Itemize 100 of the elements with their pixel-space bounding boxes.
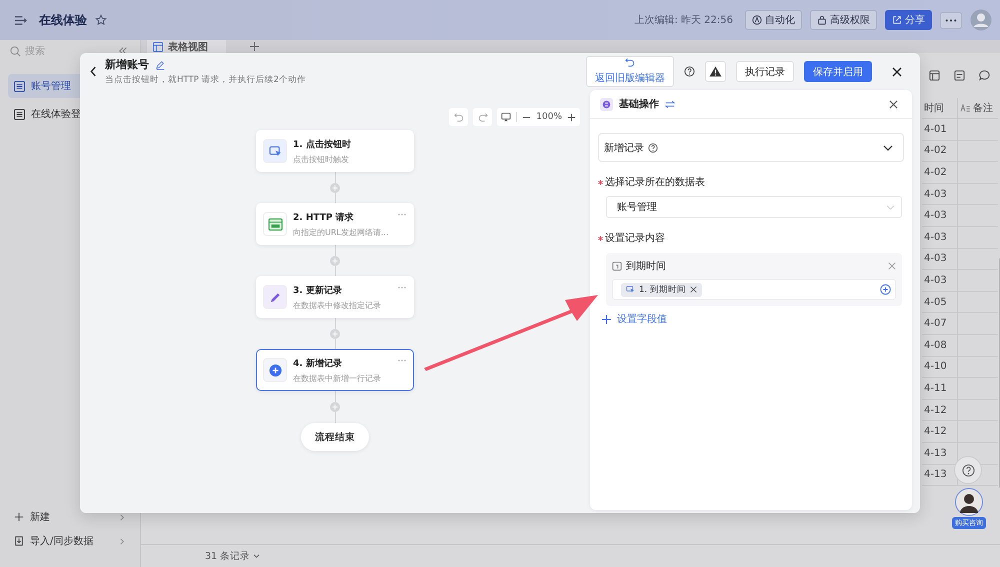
undo-icon <box>454 112 464 122</box>
more-icon[interactable] <box>940 10 962 30</box>
plus-icon <box>14 512 24 522</box>
redo-button[interactable] <box>473 108 492 126</box>
toolbar-button[interactable]: 分享 <box>885 10 932 30</box>
table-cell: 4-03 <box>922 248 958 270</box>
table-cell: 4-03 <box>922 226 958 248</box>
pencil-icon <box>268 290 282 304</box>
node-title: 1. 点击按钮时 <box>293 138 351 150</box>
flow-node[interactable]: 2. HTTP 请求 向指定的URL发起网络请... <box>256 203 414 245</box>
end-node: 流程结束 <box>301 423 369 451</box>
share-icon <box>892 15 902 25</box>
warning-button[interactable] <box>705 61 726 82</box>
toolbar-button[interactable]: 高级权限 <box>810 10 877 30</box>
record-count[interactable]: 31 条记录 <box>205 550 260 562</box>
support-avatar[interactable] <box>955 488 983 516</box>
search-icon <box>10 46 21 56</box>
collapse-icon[interactable] <box>118 46 128 56</box>
node-description: 在数据表中新增一行记录 <box>293 372 381 384</box>
help-button[interactable] <box>954 456 982 484</box>
add-icon[interactable] <box>250 42 259 51</box>
star-icon[interactable] <box>95 14 107 26</box>
date-field-icon <box>612 261 622 271</box>
table-cell: 4-03 <box>922 205 958 226</box>
http-icon <box>268 218 282 230</box>
column-header[interactable]: 备注 <box>958 98 998 118</box>
edit-icon[interactable] <box>155 60 165 70</box>
chevron-down-icon <box>886 204 895 210</box>
header-button[interactable]: 返回旧版编辑器 <box>586 56 674 87</box>
warning-icon <box>709 66 722 77</box>
comment-icon[interactable] <box>979 70 990 81</box>
back-icon[interactable] <box>90 66 97 77</box>
chevron-right-icon <box>119 514 126 520</box>
table-cell: 4-08 <box>922 334 958 356</box>
add-circle-icon[interactable] <box>880 284 891 295</box>
panel-title: 基础操作 <box>619 98 659 111</box>
text-field-icon <box>960 104 970 112</box>
table-cell: 4-02 <box>922 162 958 183</box>
plus-circle-icon <box>268 364 282 376</box>
menu-icon[interactable] <box>14 14 27 26</box>
table-icon <box>153 42 163 52</box>
form-icon[interactable] <box>954 70 965 81</box>
modal-title: 新增账号 <box>105 57 149 72</box>
node-description: 点击按钮时触发 <box>293 154 350 164</box>
table-cell: 4-01 <box>922 119 958 140</box>
search-field[interactable]: 搜索 <box>25 46 114 56</box>
operation-icon <box>600 98 613 110</box>
list-icon <box>14 108 25 120</box>
table-cell: 4-10 <box>922 356 958 378</box>
zoom-in-icon[interactable] <box>567 112 576 122</box>
sidebar-action[interactable]: 导入/同步数据 <box>0 529 140 553</box>
value-field[interactable]: 1. 到期时间 <box>612 279 896 300</box>
grid-icon[interactable] <box>929 70 940 81</box>
lock-icon <box>817 15 827 25</box>
table-cell: 4-05 <box>922 292 958 312</box>
table-cell: 4-11 <box>922 378 958 399</box>
help-icon[interactable] <box>684 66 695 77</box>
cursor-icon <box>626 285 635 294</box>
help-icon <box>648 142 658 152</box>
header-button[interactable]: 保存并启用 <box>804 61 872 82</box>
value-chip[interactable]: 1. 到期时间 <box>621 282 702 296</box>
zoom-level: 100% <box>536 112 562 122</box>
chevron-right-icon <box>119 538 126 544</box>
node-title: 2. HTTP 请求 <box>293 211 355 224</box>
table-cell: 4-02 <box>922 140 958 162</box>
toolbar-button[interactable]: 自动化 <box>745 10 802 30</box>
table-cell: 4-07 <box>922 313 958 334</box>
import-icon <box>14 536 24 546</box>
add-field-link[interactable]: 设置字段值 <box>602 312 904 326</box>
node-title: 4. 新增记录 <box>293 357 343 370</box>
sidebar-item[interactable]: 在线体验登 <box>8 102 132 126</box>
field-label: 设置记录内容 <box>605 232 665 245</box>
last-edited-text: 上次编辑: 昨天 22:56 <box>634 14 733 27</box>
redo-icon <box>478 112 488 122</box>
plus-icon <box>602 314 611 324</box>
close-icon[interactable] <box>892 66 902 76</box>
view-tab[interactable]: 表格视图 <box>147 40 226 53</box>
close-icon[interactable] <box>889 100 898 108</box>
chevron-down-icon <box>883 144 893 150</box>
flow-node[interactable]: 4. 新增记录 在数据表中新增一行记录 <box>256 349 414 391</box>
cursor-icon <box>268 144 282 158</box>
list-icon <box>14 80 25 92</box>
node-description: 向指定的URL发起网络请... <box>293 226 388 238</box>
help-icon <box>962 464 974 476</box>
node-description: 在数据表中修改指定记录 <box>293 300 381 310</box>
sidebar-action[interactable]: 新建 <box>0 505 140 529</box>
undo-icon <box>625 57 635 67</box>
flow-node[interactable]: 1. 点击按钮时 点击按钮时触发 <box>256 130 414 172</box>
field-name: 到期时间 <box>626 260 667 273</box>
table-cell: 4-03 <box>922 184 958 204</box>
undo-button[interactable] <box>449 108 468 126</box>
table-cell: 4-12 <box>922 421 958 442</box>
remove-icon[interactable] <box>690 286 697 293</box>
column-header[interactable]: 时间 <box>922 98 958 118</box>
table-cell: 4-03 <box>922 270 958 291</box>
header-button[interactable]: 执行记录 <box>736 61 794 82</box>
table-select[interactable]: 账号管理 <box>606 196 902 218</box>
action-dropdown[interactable]: 新增记录 <box>598 133 904 162</box>
swap-icon[interactable] <box>665 100 675 108</box>
flow-node[interactable]: 3. 更新记录 在数据表中修改指定记录 <box>256 276 414 318</box>
